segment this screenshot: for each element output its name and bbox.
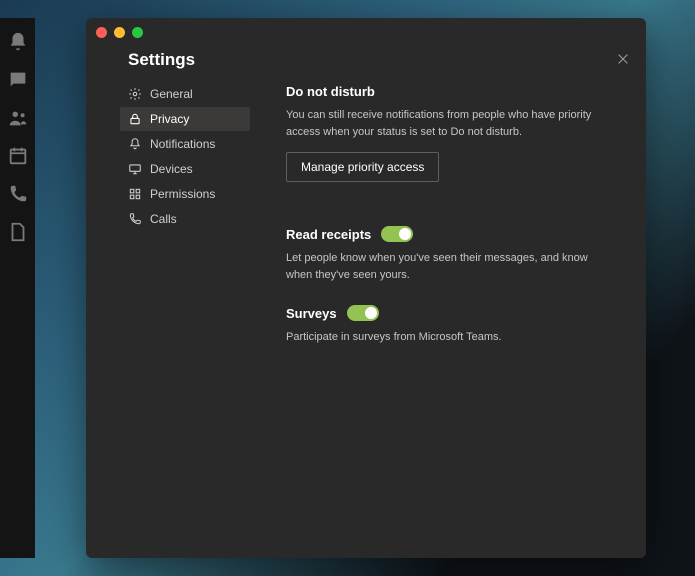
surveys-heading: Surveys [286,306,337,321]
nav-item-calls[interactable]: Calls [120,207,250,231]
close-button[interactable] [614,50,632,68]
apps-icon [128,187,142,201]
phone-icon [128,212,142,226]
dnd-heading: Do not disturb [286,84,596,99]
nav-label: Notifications [150,137,215,151]
rail-calendar-icon[interactable] [7,142,29,170]
settings-nav: General Privacy Notifications Devices Pe… [120,82,250,232]
nav-item-devices[interactable]: Devices [120,157,250,181]
dnd-description: You can still receive notifications from… [286,107,596,140]
surveys-section: Surveys Participate in surveys from Micr… [286,305,596,346]
rail-teams-icon[interactable] [7,104,29,132]
app-rail [0,18,35,558]
nav-item-permissions[interactable]: Permissions [120,182,250,206]
read-receipts-heading: Read receipts [286,227,371,242]
toggle-knob [399,228,411,240]
nav-label: Devices [150,162,193,176]
settings-window: Settings General Privacy Notifications [86,18,646,558]
nav-label: General [150,87,193,101]
rail-calls-icon[interactable] [7,180,29,208]
lock-icon [128,112,142,126]
manage-priority-access-button[interactable]: Manage priority access [286,152,439,182]
settings-title: Settings [128,50,195,70]
surveys-description: Participate in surveys from Microsoft Te… [286,329,596,346]
rail-chat-icon[interactable] [7,66,29,94]
surveys-toggle[interactable] [347,305,379,321]
read-receipts-section: Read receipts Let people know when you'v… [286,226,596,283]
window-minimize-dot[interactable] [114,27,125,38]
nav-label: Calls [150,212,177,226]
toggle-knob [365,307,377,319]
nav-item-notifications[interactable]: Notifications [120,132,250,156]
nav-label: Permissions [150,187,215,201]
dnd-section: Do not disturb You can still receive not… [286,84,596,204]
settings-content: Do not disturb You can still receive not… [286,84,596,368]
bell-icon [128,137,142,151]
read-receipts-description: Let people know when you've seen their m… [286,250,596,283]
rail-files-icon[interactable] [7,218,29,246]
nav-label: Privacy [150,112,189,126]
read-receipts-toggle[interactable] [381,226,413,242]
nav-item-privacy[interactable]: Privacy [120,107,250,131]
window-maximize-dot[interactable] [132,27,143,38]
rail-activity-icon[interactable] [7,28,29,56]
monitor-icon [128,162,142,176]
window-close-dot[interactable] [96,27,107,38]
window-controls [96,27,143,38]
gear-icon [128,87,142,101]
nav-item-general[interactable]: General [120,82,250,106]
